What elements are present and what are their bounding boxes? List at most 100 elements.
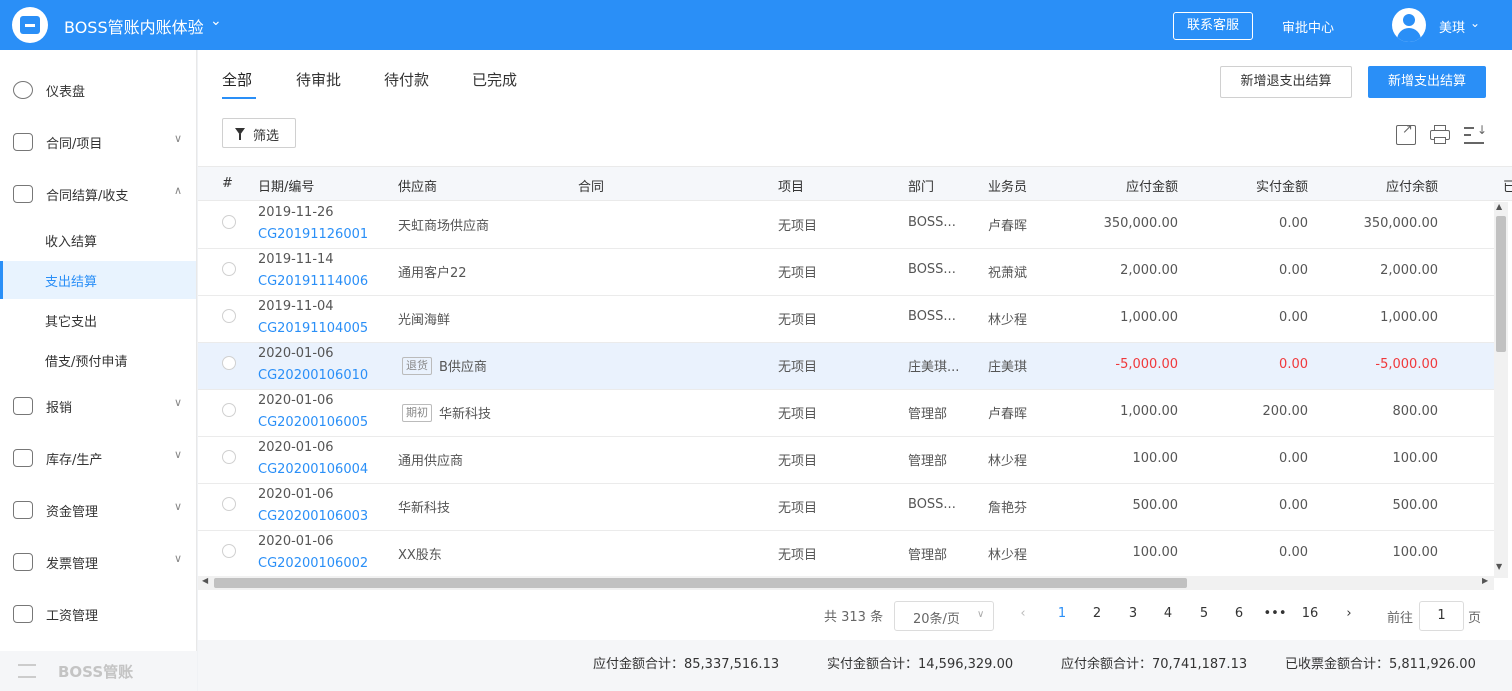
row-code-link[interactable]: CG20191114006 xyxy=(258,274,368,289)
avatar[interactable] xyxy=(1392,8,1426,42)
row-paid: 0.00 xyxy=(1279,357,1308,372)
table-row[interactable]: 2019-11-04 CG20191104005 光闽海鲜 无项目 BOSS..… xyxy=(198,296,1508,343)
row-payable: 1,000.00 xyxy=(1120,404,1178,419)
tab-completed[interactable]: 已完成 xyxy=(472,69,517,90)
approval-center-link[interactable]: 审批中心 xyxy=(1282,17,1334,36)
vertical-scrollbar-thumb[interactable] xyxy=(1496,216,1506,352)
row-code-link[interactable]: CG20200106004 xyxy=(258,462,368,477)
row-code-link[interactable]: CG20191126001 xyxy=(258,227,368,242)
tab-pending-payment[interactable]: 待付款 xyxy=(384,69,429,90)
table-header: # 日期/编号 供应商 合同 项目 部门 业务员 应付金额 实付金额 应付余额 … xyxy=(198,166,1512,201)
row-code-link[interactable]: CG20200106005 xyxy=(258,415,368,430)
payable-total: 应付金额合计：85,337,516.13 xyxy=(593,657,780,672)
chevron-down-icon: ∨ xyxy=(174,132,183,145)
sidebar-item-settlement[interactable]: 合同结算/收支 ∧ xyxy=(0,174,197,214)
export-icon[interactable] xyxy=(1396,122,1416,145)
contact-service-button[interactable]: 联系客服 xyxy=(1173,12,1253,40)
menu-icon xyxy=(18,664,36,678)
scroll-up-arrow-icon[interactable]: ▲ xyxy=(1496,202,1502,211)
row-supplier: 华新科技 xyxy=(439,407,492,422)
row-department: BOSS... xyxy=(908,497,956,512)
add-refund-settlement-button[interactable]: 新增退支出结算 xyxy=(1220,66,1352,98)
row-department: BOSS... xyxy=(908,215,956,230)
row-radio[interactable] xyxy=(222,215,236,229)
sidebar-item-invoice[interactable]: 发票管理 ∨ xyxy=(0,542,197,582)
username[interactable]: 美琪 xyxy=(1439,17,1465,36)
row-date: 2020-01-06 xyxy=(258,346,334,361)
row-radio[interactable] xyxy=(222,309,236,323)
sidebar-item-contract[interactable]: 合同/项目 ∨ xyxy=(0,122,197,162)
sidebar-subitem-income[interactable]: 收入结算 xyxy=(0,221,196,259)
row-radio[interactable] xyxy=(222,356,236,370)
sidebar-item-dashboard[interactable]: 仪表盘 xyxy=(0,70,197,110)
sidebar-collapse[interactable]: BOSS管账 xyxy=(0,651,197,691)
page-size-select[interactable]: 20条/页 ∨ xyxy=(894,601,994,631)
chevron-down-icon[interactable]: ⌄ xyxy=(1470,16,1480,30)
row-radio[interactable] xyxy=(222,544,236,558)
row-code-link[interactable]: CG20191104005 xyxy=(258,321,368,336)
table-row[interactable]: 2020-01-06 CG20200106005 期初 华新科技 无项目 管理部… xyxy=(198,390,1508,437)
chevron-down-icon: ∨ xyxy=(174,396,183,409)
row-payable: -5,000.00 xyxy=(1115,357,1178,372)
horizontal-scrollbar-thumb[interactable] xyxy=(214,578,1187,588)
sidebar-item-label: 合同/项目 xyxy=(46,137,103,152)
row-balance: 1,000.00 xyxy=(1380,310,1438,325)
column-settings-icon[interactable]: ↓ xyxy=(1464,123,1487,145)
row-project: 无项目 xyxy=(778,313,818,328)
row-radio[interactable] xyxy=(222,497,236,511)
table-row[interactable]: 2020-01-06 CG20200106010 退货 B供应商 无项目 庄美琪… xyxy=(198,343,1508,390)
page-6[interactable]: 6 xyxy=(1227,606,1251,621)
table-row[interactable]: 2019-11-14 CG20191114006 通用客户22 无项目 BOSS… xyxy=(198,249,1508,296)
scroll-right-arrow-icon[interactable]: ▶ xyxy=(1482,576,1488,585)
sidebar-item-funds[interactable]: 资金管理 ∨ xyxy=(0,490,197,530)
sidebar-item-label: 库存/生产 xyxy=(46,453,103,468)
page-ellipsis[interactable]: ••• xyxy=(1263,606,1287,621)
sidebar-subitem-label: 支出结算 xyxy=(45,275,98,290)
row-staff: 林少程 xyxy=(988,454,1028,469)
sidebar-item-reimburse[interactable]: 报销 ∨ xyxy=(0,386,197,426)
row-radio[interactable] xyxy=(222,450,236,464)
tab-pending-approval[interactable]: 待审批 xyxy=(296,69,341,90)
row-code-link[interactable]: CG20200106010 xyxy=(258,368,368,383)
prev-page-icon[interactable]: ‹ xyxy=(1011,606,1035,621)
row-supplier: 通用供应商 xyxy=(398,454,464,469)
page-3[interactable]: 3 xyxy=(1121,606,1145,621)
table-row[interactable]: 2019-11-26 CG20191126001 天虹商场供应商 无项目 BOS… xyxy=(198,202,1508,249)
invoiced-total: 已收票金额合计：5,811,926.00 xyxy=(1285,657,1476,672)
app-logo-icon[interactable] xyxy=(12,7,48,43)
scroll-left-arrow-icon[interactable]: ◀ xyxy=(202,576,208,585)
table-row[interactable]: 2020-01-06 CG20200106002 XX股东 无项目 管理部 林少… xyxy=(198,531,1508,578)
add-expense-settlement-button[interactable]: 新增支出结算 xyxy=(1368,66,1486,98)
table-row[interactable]: 2020-01-06 CG20200106003 华新科技 无项目 BOSS..… xyxy=(198,484,1508,531)
row-radio[interactable] xyxy=(222,403,236,417)
print-icon[interactable] xyxy=(1430,125,1450,145)
sidebar-item-inventory[interactable]: 库存/生产 ∨ xyxy=(0,438,197,478)
row-paid: 0.00 xyxy=(1279,545,1308,560)
sidebar-subitem-advance[interactable]: 借支/预付申请 xyxy=(0,341,196,379)
sidebar-item-salary[interactable]: 工资管理 xyxy=(0,594,197,634)
goto-page-input[interactable]: 1 xyxy=(1419,601,1464,631)
col-balance: 应付余额 xyxy=(1385,180,1438,195)
sidebar-subitem-other[interactable]: 其它支出 xyxy=(0,301,196,339)
page-16[interactable]: 16 xyxy=(1298,606,1322,621)
pagination-total: 共 313 条 xyxy=(824,610,884,625)
table-row[interactable]: 2020-01-06 CG20200106004 通用供应商 无项目 管理部 林… xyxy=(198,437,1508,484)
row-project: 无项目 xyxy=(778,407,818,422)
next-page-icon[interactable]: › xyxy=(1337,606,1361,621)
chevron-down-icon[interactable]: ⌄ xyxy=(210,13,222,29)
app-title[interactable]: BOSS管账内账体验 xyxy=(64,14,204,38)
page-5[interactable]: 5 xyxy=(1192,606,1216,621)
tab-all[interactable]: 全部 xyxy=(222,69,252,90)
row-radio[interactable] xyxy=(222,262,236,276)
scroll-down-arrow-icon[interactable]: ▼ xyxy=(1496,562,1502,571)
page-4[interactable]: 4 xyxy=(1156,606,1180,621)
filter-button[interactable]: 筛选 xyxy=(222,118,296,148)
page-1[interactable]: 1 xyxy=(1050,606,1074,621)
sidebar-subitem-expense[interactable]: 支出结算 xyxy=(0,261,196,299)
row-code-link[interactable]: CG20200106003 xyxy=(258,509,368,524)
row-code-link[interactable]: CG20200106002 xyxy=(258,556,368,571)
sidebar-subitem-label: 借支/预付申请 xyxy=(45,355,128,370)
page-2[interactable]: 2 xyxy=(1085,606,1109,621)
opening-tag: 期初 xyxy=(402,404,432,422)
invoice-icon xyxy=(13,553,33,571)
